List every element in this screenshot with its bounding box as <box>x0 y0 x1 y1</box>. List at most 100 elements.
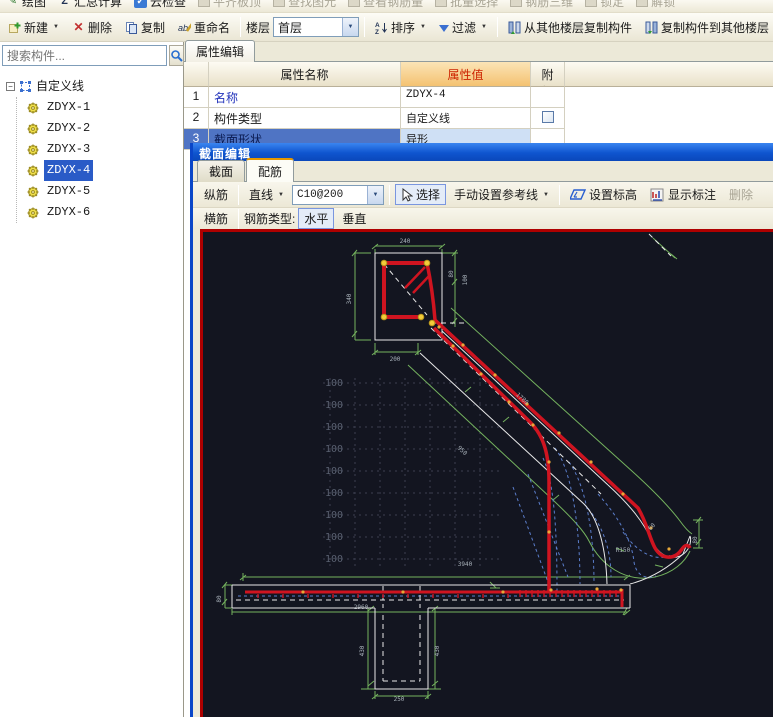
解锁-button: 解锁 <box>632 0 679 10</box>
property-name: 名称 <box>209 87 401 108</box>
manual-reference-line-dropdown[interactable]: 手动设置参考线▼ <box>449 183 554 206</box>
chevron-down-icon: ▼ <box>481 24 487 30</box>
search-input[interactable] <box>2 45 167 66</box>
rebar-spec-value: C10@200 <box>293 189 361 201</box>
sigma-icon: Σ <box>58 0 71 8</box>
svg-text:100: 100 <box>462 274 469 285</box>
vertical-option-button[interactable]: 垂直 <box>337 207 371 230</box>
select-tool-button[interactable]: 选择 <box>395 184 446 205</box>
chevron-down-icon[interactable]: ▼ <box>367 186 383 204</box>
row-number: 1 <box>184 87 209 108</box>
rebar-toolbar-row1: 纵筋 直线▼ C10@200 ▼ 选择 手动设置参考线▼ <box>193 182 773 208</box>
tab-properties-edit[interactable]: 属性编辑 <box>185 40 255 62</box>
properties-tabstrip: 属性编辑 <box>184 42 773 62</box>
dimension-labels: 2403402008010017809503940802960430430250… <box>216 238 699 703</box>
tree-item-label: ZDYX-4 <box>44 160 93 181</box>
view-rebar-qty-icon <box>348 0 360 7</box>
锁定-button: 锁定 <box>581 0 628 10</box>
component-toolbar: 新建▼ ✕ 删除 复制 ab 重命名 楼层 首层 ▼ AZ 排序▼ 过滤▼ 从其… <box>0 13 773 42</box>
绘图-button[interactable]: ✎绘图 <box>2 0 50 10</box>
toolbar-separator <box>364 17 365 37</box>
copy-to-floor-button[interactable]: 复制构件到其他楼层 <box>640 16 773 39</box>
tab-section[interactable]: 截面 <box>197 160 245 182</box>
svg-text:240: 240 <box>400 238 411 245</box>
floor-combobox[interactable]: 首层 ▼ <box>273 17 359 37</box>
header-attr-name: 属性名称 <box>209 62 401 87</box>
property-row-1[interactable]: 1名称ZDYX-4 <box>184 87 773 108</box>
rebar-spec-combobox[interactable]: C10@200 ▼ <box>292 185 384 205</box>
property-row-2[interactable]: 2构件类型自定义线 <box>184 108 773 129</box>
gear-icon <box>27 123 39 135</box>
svg-text:340: 340 <box>346 293 353 304</box>
draw-icon: ✎ <box>6 0 19 8</box>
property-value[interactable]: ZDYX-4 <box>401 87 531 108</box>
rename-button[interactable]: ab 重命名 <box>173 16 235 39</box>
properties-header-row: 属性名称 属性值 附加 <box>184 62 773 87</box>
show-dimension-icon <box>650 188 665 202</box>
filter-funnel-icon <box>439 25 449 32</box>
delete-rebar-button: 删除 <box>724 183 758 206</box>
tree-item-zdyx-4[interactable]: ZDYX-4 <box>17 160 183 181</box>
longitudinal-rebar-button[interactable]: 纵筋 <box>199 183 233 206</box>
attach-cell[interactable] <box>531 108 565 129</box>
tree-item-zdyx-3[interactable]: ZDYX-3 <box>17 139 183 160</box>
toolbar-separator <box>559 185 560 205</box>
set-elevation-button[interactable]: 设置标高 <box>565 183 642 206</box>
floor-label: 楼层 <box>246 19 270 36</box>
section-drawing-canvas[interactable]: 100100100100100100100100100 <box>200 229 773 717</box>
tree-item-zdyx-2[interactable]: ZDYX-2 <box>17 118 183 139</box>
set-elevation-icon <box>570 188 586 201</box>
header-corner <box>184 62 209 87</box>
rebar-toolbar-row2: 横筋 钢筋类型: 水平 垂直 <box>193 208 773 229</box>
gear-icon <box>27 102 39 114</box>
search-button[interactable] <box>169 45 184 66</box>
chevron-down-icon: ▼ <box>543 192 549 198</box>
attach-cell <box>531 87 565 108</box>
toolbar-separator <box>240 17 241 37</box>
tree-item-zdyx-5[interactable]: ZDYX-5 <box>17 181 183 202</box>
svg-text:100: 100 <box>325 444 343 455</box>
toolbar-separator <box>238 185 239 205</box>
line-type-dropdown[interactable]: 直线▼ <box>244 183 289 206</box>
svg-text:250: 250 <box>394 696 405 703</box>
tree-item-label: ZDYX-5 <box>44 181 93 202</box>
tree-collapse-icon[interactable]: − <box>6 82 15 91</box>
查看钢筋量-button: 查看钢筋量 <box>344 0 427 10</box>
chevron-down-icon[interactable]: ▼ <box>342 18 358 36</box>
chevron-down-icon: ▼ <box>53 24 59 30</box>
find-element-icon <box>273 0 285 7</box>
custom-line-icon <box>19 80 32 93</box>
汇总计算-button[interactable]: Σ汇总计算 <box>54 0 126 10</box>
tree-root-label: 自定义线 <box>36 76 84 97</box>
tab-rebar[interactable]: 配筋 <box>246 158 294 182</box>
svg-text:80: 80 <box>216 595 223 603</box>
tree-root-custom-line[interactable]: − 自定义线 <box>6 76 183 97</box>
svg-text:ab: ab <box>178 23 188 33</box>
attach-checkbox[interactable] <box>542 111 554 123</box>
sort-button[interactable]: AZ 排序▼ <box>370 16 431 39</box>
tree-item-zdyx-1[interactable]: ZDYX-1 <box>17 97 183 118</box>
property-value[interactable]: 自定义线 <box>401 108 531 129</box>
toolbar-separator <box>497 17 498 37</box>
show-dimension-button[interactable]: 显示标注 <box>645 183 721 206</box>
search-icon <box>170 49 183 62</box>
云检查-button[interactable]: ✓云检查 <box>130 0 190 10</box>
copy-from-floor-button[interactable]: 从其他楼层复制构件 <box>503 16 637 39</box>
svg-text:100: 100 <box>325 378 343 389</box>
unlock-icon <box>636 0 648 7</box>
component-sidebar: − 自定义线 ZDYX-1ZDYX-2ZDYX-3ZDYX-4ZDYX-5ZDY… <box>0 42 184 717</box>
chevron-down-icon: ▼ <box>278 192 284 198</box>
dimension-lines <box>222 238 703 699</box>
copy-button[interactable]: 复制 <box>120 16 170 39</box>
new-button[interactable]: 新建▼ <box>3 16 64 39</box>
transverse-rebar-button[interactable]: 横筋 <box>199 207 233 230</box>
filter-button[interactable]: 过滤▼ <box>434 16 492 39</box>
svg-text:100: 100 <box>325 400 343 411</box>
svg-text:100: 100 <box>325 554 343 565</box>
delete-button[interactable]: ✕ 删除 <box>67 16 117 39</box>
toolbar-separator <box>389 185 390 205</box>
horizontal-option-button[interactable]: 水平 <box>298 208 334 229</box>
tree-item-label: ZDYX-3 <box>44 139 93 160</box>
tree-item-zdyx-6[interactable]: ZDYX-6 <box>17 202 183 223</box>
reference-grid: 100100100100100100100100100 <box>323 378 503 570</box>
